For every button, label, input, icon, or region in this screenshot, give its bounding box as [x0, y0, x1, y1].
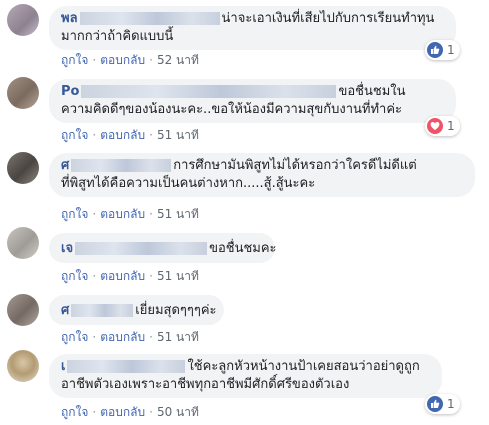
separator: ·: [92, 128, 97, 142]
separator: ·: [149, 405, 153, 419]
reply-link[interactable]: ตอบกลับ: [100, 330, 145, 344]
reaction-count-value: 1: [447, 119, 455, 133]
comment-actions: ถูกใจ · ตอบกลับ · 50 นาที: [61, 403, 199, 422]
reply-link[interactable]: ตอบกลับ: [100, 269, 145, 283]
comment-actions: ถูกใจ · ตอบกลับ · 51 นาที: [61, 328, 199, 347]
like-icon: [427, 396, 443, 412]
comment-actions: ถูกใจ · ตอบกลับ · 51 นาที: [61, 205, 199, 224]
separator: ·: [149, 128, 153, 142]
separator: ·: [92, 330, 97, 344]
comment-text-line-1: ขอชื่นชมใน: [338, 84, 406, 99]
avatar[interactable]: [7, 77, 39, 109]
reply-link[interactable]: ตอบกลับ: [100, 128, 145, 142]
reply-link[interactable]: ตอบกลับ: [100, 405, 145, 419]
separator: ·: [149, 207, 153, 221]
separator: ·: [92, 53, 97, 67]
separator: ·: [149, 53, 153, 67]
timestamp[interactable]: 51 นาที: [157, 269, 199, 283]
like-link[interactable]: ถูกใจ: [61, 330, 88, 344]
separator: ·: [92, 207, 97, 221]
separator: ·: [92, 269, 97, 283]
separator: ·: [149, 330, 153, 344]
timestamp[interactable]: 51 นาที: [157, 330, 199, 344]
like-link[interactable]: ถูกใจ: [61, 269, 88, 283]
like-link[interactable]: ถูกใจ: [61, 53, 88, 67]
timestamp[interactable]: 51 นาที: [157, 128, 199, 142]
comment-actions: ถูกใจ · ตอบกลับ · 51 นาที: [61, 267, 199, 286]
avatar[interactable]: [7, 4, 39, 36]
author-name[interactable]: เ: [61, 359, 65, 374]
comment-bubble: พล น่าจะเอาเงินที่เสียไปกับการเรียนทำทุน …: [49, 6, 456, 50]
comment-text-line-2: อาชีพตัวเองเพราะอาชีพทุกอาชีพมีศักดิ์ศรี…: [61, 377, 350, 392]
comment-text-line-1: น่าจะเอาเงินที่เสียไปกับการเรียนทำทุน: [221, 11, 435, 26]
redacted-name: [67, 360, 186, 373]
comment-bubble: ศ เยี่ยมสุดๆๆๆค่ะ: [49, 295, 224, 325]
separator: ·: [149, 269, 153, 283]
reaction-count[interactable]: 1: [425, 394, 460, 414]
author-name[interactable]: เจ: [61, 241, 73, 256]
author-name[interactable]: Po: [61, 84, 79, 99]
comment-text-line-1: การศึกษามันพิสูทไม่ได้หรอกว่าใครดีไม่ดีแ…: [173, 158, 417, 173]
reaction-count-value: 1: [447, 397, 455, 411]
comment-text-line-2: มากกว่าถ้าคิดแบบนี้: [61, 29, 174, 44]
avatar[interactable]: [7, 227, 39, 259]
reaction-count[interactable]: 1: [425, 40, 460, 60]
timestamp[interactable]: 51 นาที: [157, 207, 199, 221]
redacted-name: [71, 304, 134, 317]
comment-text-line-2: ความคิดดีๆของน้องนะคะ..ขอให้น้องมีความสุ…: [61, 102, 403, 117]
avatar[interactable]: [7, 294, 39, 326]
avatar[interactable]: [7, 350, 39, 382]
timestamp[interactable]: 50 นาที: [157, 405, 199, 419]
redacted-name: [81, 85, 337, 98]
redacted-name: [79, 12, 220, 25]
comment-bubble: เ ใช้คะลูกหัวหน้างานป้าเคยสอนว่าอย่าดูถูก…: [49, 354, 442, 398]
comment-text-line-1: ขอชื่นชมคะ: [209, 241, 277, 256]
comment-text-line-1: ใช้คะลูกหัวหน้างานป้าเคยสอนว่าอย่าดูถูก: [187, 359, 420, 374]
like-link[interactable]: ถูกใจ: [61, 405, 88, 419]
comment-text-line-1: เยี่ยมสุดๆๆๆค่ะ: [135, 303, 217, 318]
comment-bubble: เจ ขอชื่นชมคะ: [49, 233, 277, 263]
timestamp[interactable]: 52 นาที: [157, 53, 199, 67]
comment-actions: ถูกใจ · ตอบกลับ · 52 นาที: [61, 51, 199, 70]
separator: ·: [92, 405, 97, 419]
reply-link[interactable]: ตอบกลับ: [100, 207, 145, 221]
redacted-name: [75, 242, 208, 255]
comment-actions: ถูกใจ · ตอบกลับ · 51 นาที: [61, 126, 199, 145]
heart-icon: [427, 118, 443, 134]
author-name[interactable]: ศ: [61, 303, 69, 318]
comment-bubble: Po ขอชื่นชมใน ความคิดดีๆของน้องนะคะ..ขอให…: [49, 79, 456, 123]
redacted-name: [71, 159, 172, 172]
like-icon: [427, 42, 443, 58]
like-link[interactable]: ถูกใจ: [61, 207, 88, 221]
author-name[interactable]: ศ: [61, 158, 69, 173]
comment-bubble: ศ การศึกษามันพิสูทไม่ได้หรอกว่าใครดีไม่ดี…: [49, 153, 475, 197]
reaction-count[interactable]: 1: [425, 116, 460, 136]
comment-text-line-2: ที่พิสูทได้คือความเป็นคนต่างหาก.....สู้.…: [61, 176, 316, 191]
reply-link[interactable]: ตอบกลับ: [100, 53, 145, 67]
reaction-count-value: 1: [447, 43, 455, 57]
author-name[interactable]: พล: [61, 11, 78, 26]
like-link[interactable]: ถูกใจ: [61, 128, 88, 142]
avatar[interactable]: [7, 152, 39, 184]
